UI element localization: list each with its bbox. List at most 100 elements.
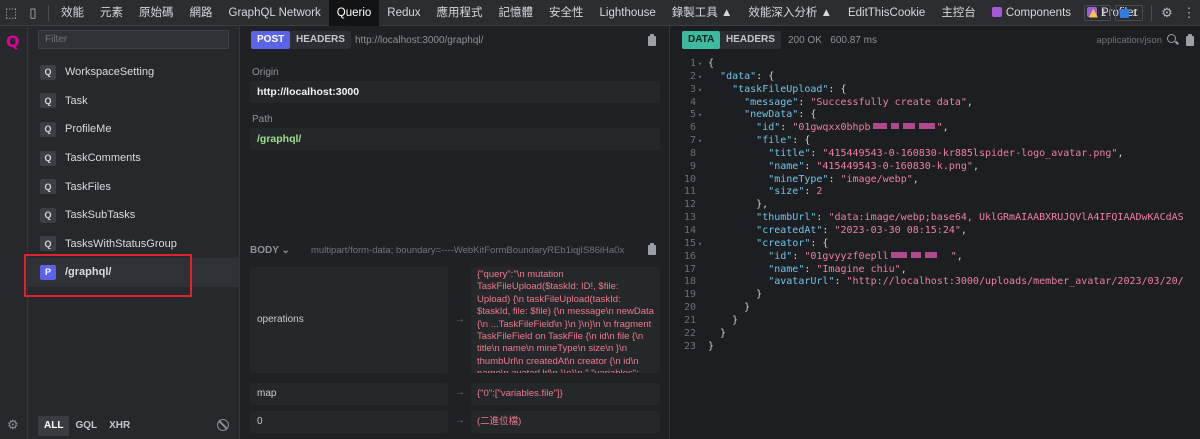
tab-1[interactable]: 元素	[92, 0, 131, 26]
response-mime: application/json	[1096, 35, 1163, 46]
copy-icon[interactable]	[648, 34, 656, 46]
request-kind-badge: Q	[40, 150, 56, 166]
request-url: http://localhost:3000/graphql/	[355, 35, 484, 46]
arrow-right-icon: →	[455, 387, 465, 398]
arrow-right-icon: →	[455, 415, 465, 426]
param-value: {"query":"\n mutation TaskFileUpload($ta…	[471, 267, 660, 373]
request-item[interactable]: Q ProfileMe	[28, 115, 239, 144]
querio-rail: Q ⚙	[0, 26, 28, 439]
request-item[interactable]: Q TaskFiles	[28, 172, 239, 201]
filter-tab-xhr[interactable]: XHR	[103, 416, 136, 436]
tab-2[interactable]: 原始碼	[131, 0, 182, 26]
body-toggle[interactable]: BODY ⌄	[250, 245, 290, 256]
tab-label: 記憶體	[498, 6, 534, 19]
code-line: 7 ▾ "file": {	[689, 135, 811, 147]
code-line: 23 }	[683, 340, 715, 352]
code-line: 2 ▾ "data": {	[689, 70, 775, 82]
redaction-mark	[872, 123, 887, 130]
tab-5[interactable]: Querio	[328, 0, 380, 26]
tab-6[interactable]: Redux	[379, 0, 428, 26]
tab-3[interactable]: 網路	[182, 0, 221, 26]
method-badge[interactable]: POST	[251, 31, 291, 49]
request-name: TaskFiles	[65, 180, 111, 193]
request-item[interactable]: Q TaskComments	[28, 144, 239, 173]
filter-input[interactable]	[38, 30, 229, 49]
tab-12[interactable]: 效能深入分析 ▲	[740, 0, 840, 26]
settings-gear-icon[interactable]: ⚙	[1156, 0, 1178, 26]
code-line: 6 "id": "01gwqxx0bhpb ",	[689, 122, 949, 134]
tab-label: Redux	[387, 6, 421, 19]
tab-label: 應用程式	[436, 6, 483, 19]
code-line: 9 "name": "415449543-0-160830-k.png",	[689, 160, 979, 172]
tab-4[interactable]: GraphQL Network	[221, 0, 329, 26]
request-kind-badge: Q	[40, 236, 56, 252]
tab-14[interactable]: 主控台	[933, 0, 984, 26]
param-value: (二進位檔)	[471, 411, 660, 433]
content-type: multipart/form-data; boundary=----WebKit…	[311, 245, 625, 256]
param-key: map	[250, 383, 448, 405]
request-item[interactable]: Q Task	[28, 87, 239, 116]
tab-7[interactable]: 應用程式	[429, 0, 491, 26]
code-line: 17 "name": "Imagine chiu",	[683, 263, 907, 275]
toolbar-divider	[48, 4, 49, 21]
origin-label: Origin	[252, 67, 279, 78]
request-item[interactable]: Q TaskSubTasks	[28, 201, 239, 230]
code-line: 22 }	[683, 327, 727, 339]
tab-10[interactable]: Lighthouse	[592, 0, 664, 26]
param-key: operations	[250, 267, 448, 373]
request-name: TaskSubTasks	[65, 209, 136, 222]
status-code: 200 OK	[788, 35, 822, 46]
filter-tab-gql[interactable]: GQL	[69, 416, 103, 436]
tab-label: 安全性	[549, 6, 584, 19]
request-list: Q WorkspaceSetting Q Task Q ProfileMe Q TaskCom…	[28, 58, 239, 287]
tab-label: 效能深入分析 ▲	[748, 6, 832, 19]
tab-label: Querio	[336, 6, 372, 19]
react-extension-icon	[991, 6, 1002, 17]
tab-label: 網路	[189, 6, 213, 19]
warnings-badge[interactable]: 1	[1083, 5, 1112, 21]
response-status: 200 OK 600.87 ms	[788, 35, 877, 46]
more-options-icon[interactable]: ⋮	[1178, 0, 1200, 26]
arrow-right-icon: →	[455, 314, 465, 325]
warning-icon	[1088, 8, 1098, 18]
copy-icon[interactable]	[648, 243, 656, 255]
tab-label: 原始碼	[139, 6, 174, 19]
selection-highlight-box	[24, 254, 192, 297]
tab-9[interactable]: 安全性	[541, 0, 592, 26]
settings-gear-icon[interactable]: ⚙	[7, 417, 19, 433]
response-headers-tab[interactable]: HEADERS	[720, 31, 781, 49]
tab-8[interactable]: 記憶體	[491, 0, 542, 26]
code-line: 3 ▾ "taskFileUpload": {	[689, 83, 847, 95]
code-line: 19 }	[683, 289, 763, 301]
warnings-count: 1	[1100, 7, 1107, 19]
tab-13[interactable]: EditThisCookie	[840, 0, 933, 26]
copy-icon[interactable]	[1186, 34, 1194, 46]
device-toolbar-icon[interactable]: ▯	[22, 0, 44, 26]
body-param-row: operations → {"query":"\n mutation TaskF…	[250, 267, 660, 373]
request-name: TaskComments	[65, 152, 141, 165]
tab-11[interactable]: 錄製工具 ▲	[664, 0, 741, 26]
response-data-tab[interactable]: DATA	[682, 31, 721, 49]
message-icon	[1120, 8, 1130, 18]
tab-label: 主控台	[941, 6, 976, 19]
code-line: 16 "id": "01gvyyzf0epll ",	[683, 250, 963, 262]
messages-badge[interactable]: 1	[1115, 5, 1143, 21]
filter-tab-all[interactable]: ALL	[38, 416, 70, 436]
path-label: Path	[252, 114, 273, 125]
request-kind-badge: Q	[40, 121, 56, 137]
tab-15[interactable]: Components	[984, 0, 1079, 26]
code-line: 15 ▾ "creator": {	[683, 237, 829, 249]
request-item[interactable]: Q WorkspaceSetting	[28, 58, 239, 87]
messages-count: 1	[1132, 7, 1138, 19]
code-line: 1 ▾{	[689, 58, 715, 69]
clear-requests-icon[interactable]	[217, 419, 229, 431]
tab-label: 元素	[100, 6, 123, 19]
search-icon[interactable]	[1167, 34, 1176, 43]
code-line: 10 "mineType": "image/webp",	[683, 173, 919, 185]
response-time: 600.87 ms	[830, 35, 877, 46]
tab-0[interactable]: 效能	[53, 0, 92, 26]
tab-label: Components	[1005, 6, 1072, 19]
request-headers-tab[interactable]: HEADERS	[290, 31, 351, 49]
request-kind-badge: Q	[40, 179, 56, 195]
inspect-element-icon[interactable]: ⬚	[0, 0, 22, 26]
